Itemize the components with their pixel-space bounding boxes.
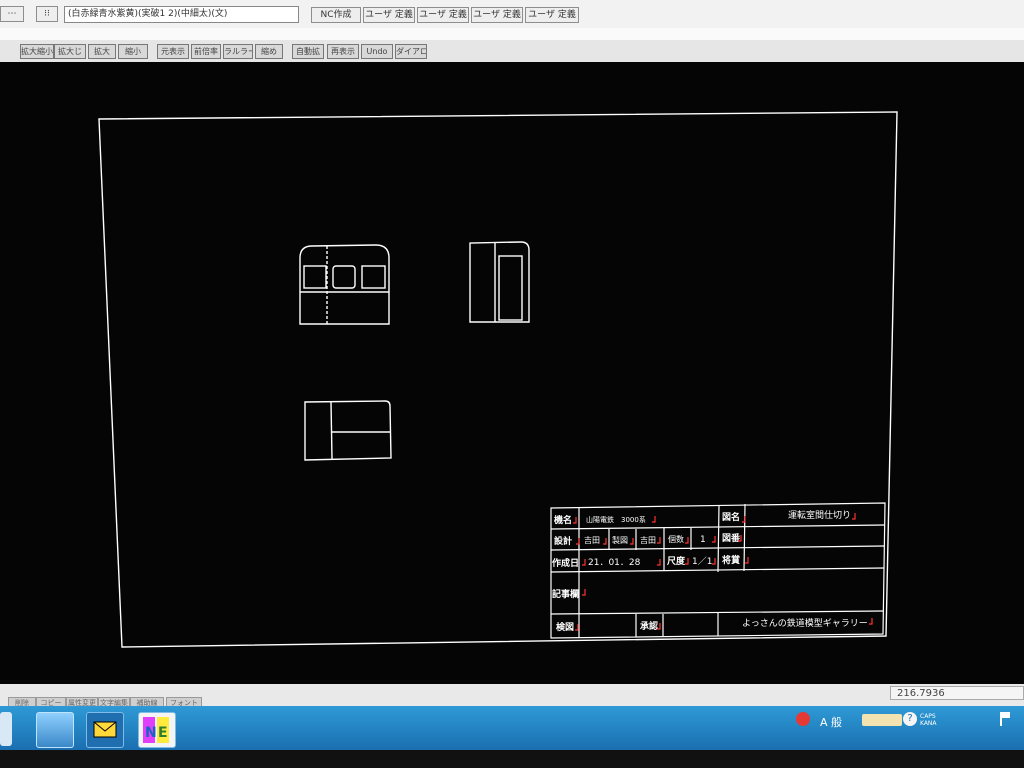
toolbar-spacer [0,28,1024,40]
redraw-button[interactable]: 再表示 [327,44,359,59]
label-seizu: 製図 [612,535,628,545]
main-toolbar: ⋯ ⁝⁝ (白赤緑青水紫黄)(実破1 2)(中細太)(文) NC作成 ユーザ 定… [0,0,1024,29]
drawing-sheet-border [98,111,898,648]
zoom-prev-button[interactable]: 拡大じ [54,44,86,59]
value-gallery: よっさんの鉄道模型ギャラリー [742,617,868,629]
label-kento: 検図 [556,621,574,633]
label-kiji: 記事欄 [552,588,579,600]
monitor-bezel [0,750,1024,768]
user-define-button-2[interactable]: ユーザ 定義 [417,7,469,23]
coordinate-readout: 216.7936 [890,686,1024,700]
original-view-button[interactable]: 元表示 [157,44,189,59]
mail-icon[interactable] [86,712,124,748]
user-define-button-1[interactable]: ユーザ 定義 [363,7,415,23]
label-kimei: 機名 [554,514,572,526]
view-toolbar: 拡大縮小 拡大じ 拡大 縮小 元表示 前倍率 ラルラー 縮め 自動拡 再表示 U… [0,40,1024,62]
front-view-part [299,244,390,325]
tray-app-icon[interactable] [796,712,810,726]
ime-toolbar-icons[interactable] [862,714,902,726]
ime-mode-indicator[interactable]: A 般 [820,712,842,734]
auto-zoom-button[interactable]: 自動拡 [292,44,324,59]
color-line-layer-combo[interactable]: (白赤緑青水紫黄)(実破1 2)(中細太)(文) [64,6,299,23]
top-view-part [304,400,392,461]
grid-dots-button[interactable]: ⁝⁝ [36,6,58,22]
label-date: 作成日 [552,557,579,569]
undo-button[interactable]: Undo [361,44,393,59]
label-sanshou: 将賞 [722,554,740,566]
label-shonin: 承認 [640,620,658,632]
zoom-in-button[interactable]: 拡大 [88,44,116,59]
user-define-button-4[interactable]: ユーザ 定義 [525,7,579,23]
kana-indicator: KANA [920,720,937,727]
prev-scale-button[interactable]: 前倍率 [191,44,221,59]
nc-create-button[interactable]: NC作成 [311,7,361,23]
menu-dots-button[interactable]: ⋯ [0,6,24,22]
ne-app-icon[interactable]: NE [138,712,176,748]
computer-icon[interactable] [36,712,74,748]
drawing-canvas[interactable]: 機名 山陽電鉄 3000系 図名 運転室間仕切り 設計 吉田 製図 吉田 個数 … [0,62,1024,684]
side-view-part [469,241,530,323]
svg-text:E: E [158,725,168,741]
zoom-out-button[interactable]: 縮小 [118,44,148,59]
value-kosu: 1 [700,535,706,545]
help-icon[interactable]: ? [903,712,917,726]
label-shakudo: 尺度 [667,555,686,567]
value-kimei: 山陽電鉄 3000系 [586,515,646,524]
shrink-button[interactable]: 縮め [255,44,283,59]
label-sekkei: 設計 [554,535,572,547]
app-icon-left[interactable] [0,712,12,746]
label-zuban: 図番 [722,532,741,544]
value-shakudo: 1／1 [692,556,712,567]
value-zumei: 運転室間仕切り [788,509,851,521]
user-define-button-3[interactable]: ユーザ 定義 [471,7,523,23]
zoom-fit-button[interactable]: 拡大縮小 [20,44,54,59]
svg-text:N: N [145,725,157,741]
value-sekkei: 吉田 [584,536,600,545]
label-zumei: 図名 [722,511,740,523]
value-seizu: 吉田 [640,536,656,545]
dialog-button[interactable]: ダイアロ [395,44,427,59]
ruler-button[interactable]: ラルラー [223,44,253,59]
label-kosu: 個数 [668,534,684,544]
flag-icon[interactable] [1000,712,1014,726]
value-date: 21．01．28 [588,558,641,568]
